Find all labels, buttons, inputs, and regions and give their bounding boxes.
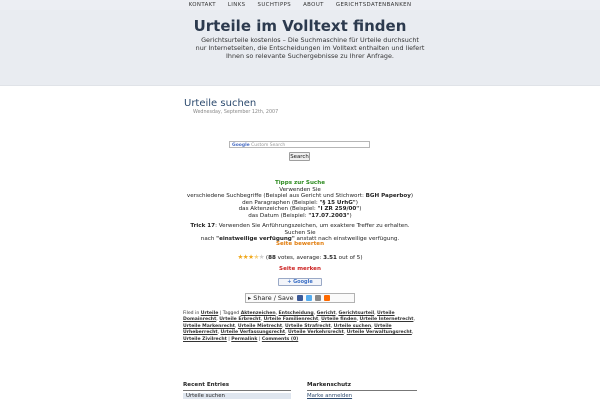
permalink[interactable]: Permalink	[231, 337, 257, 342]
tag-link[interactable]: Gericht	[317, 311, 336, 316]
search-button[interactable]: Search	[289, 152, 310, 161]
google-logo-text: Google	[232, 143, 250, 148]
add-to-google-button[interactable]: + Google	[278, 278, 322, 286]
post-title[interactable]: Urteile suchen	[184, 98, 256, 109]
rating-average: 3.51	[323, 255, 337, 261]
tag-link[interactable]: Urteile suchen	[334, 324, 372, 329]
post-meta: Filed in Urteile | Tagged Aktenzeichen, …	[183, 311, 415, 342]
nav-about[interactable]: ABOUT	[297, 0, 330, 10]
email-icon	[314, 295, 321, 301]
trick-text-1: : Verwenden Sie Anführungszeichen, um ex…	[215, 223, 410, 236]
tips-line-5-end: )	[349, 212, 352, 219]
share-save-label: Share / Save	[253, 294, 294, 302]
tag-link[interactable]: Urteile Internetrecht	[360, 317, 414, 322]
tips-line-2: verschiedene Suchbegriffe (Beispiel aus …	[180, 193, 420, 200]
star-empty-icon[interactable]: ★	[259, 253, 265, 261]
twitter-icon	[305, 295, 312, 301]
rating-stars[interactable]: ★★★★★	[237, 254, 264, 261]
tagged-label: Tagged	[222, 311, 240, 316]
tips-line-4-end: )	[359, 206, 362, 213]
tag-link[interactable]: Urteile Strafrecht	[285, 324, 331, 329]
tips-line-2-example: BGH Paperboy	[365, 193, 411, 200]
tips-line-3-example: "§ 15 UrhG"	[319, 199, 356, 206]
rating-mid: votes, average:	[275, 255, 324, 261]
facebook-icon	[296, 295, 303, 301]
tips-line-5-text: das Datum (Beispiel:	[248, 212, 309, 219]
share-save-button[interactable]: ▸ Share / Save	[245, 293, 355, 303]
nav-links[interactable]: LINKS	[222, 0, 252, 10]
tips-line-2-end: )	[410, 193, 414, 200]
tag-link[interactable]: Gerichtsurteil	[338, 311, 374, 316]
tips-line-1: Verwenden Sie	[279, 186, 321, 193]
tips-heading: Tipps zur Suche	[274, 180, 326, 186]
bookmark-block: Seite merken	[180, 266, 420, 273]
plus-icon: +	[287, 279, 292, 285]
tag-link[interactable]: Urteile Mietrecht	[238, 324, 282, 329]
trick-block: Trick 17: Verwenden Sie Anführungszeiche…	[180, 223, 420, 243]
rating-block: Seite bewerten	[180, 241, 420, 248]
tips-line-3-text: den Paragraphen (Beispiel:	[242, 199, 320, 206]
recent-entry-link[interactable]: Urteile suchen	[183, 393, 291, 399]
tag-link[interactable]: Urteile Markenrecht	[183, 324, 235, 329]
tips-line-4: das Aktenzeichen (Beispiel: "I ZR 259/00…	[180, 206, 420, 213]
tag-link[interactable]: Urteile Familienrecht	[264, 317, 319, 322]
tips-line-3-end: )	[355, 199, 358, 206]
markenschutz-heading: Markenschutz	[307, 382, 417, 391]
tips-line-3: den Paragraphen (Beispiel: "§ 15 UrhG")	[180, 200, 420, 207]
rating-close: out of 5)	[336, 255, 363, 261]
nav-gerichtsdatenbanken[interactable]: GERICHTSDATENBANKEN	[330, 0, 418, 10]
rating-votes: 88	[268, 255, 276, 261]
tips-block: Tipps zur Suche Verwenden Sie verschiede…	[180, 180, 420, 220]
site-title[interactable]: Urteile im Volltext finden	[0, 17, 600, 35]
site-description: Gerichtsurteile kostenlos – Die Suchmasc…	[195, 36, 425, 61]
tips-line-4-text: das Aktenzeichen (Beispiel:	[238, 206, 318, 213]
tips-line-5: das Datum (Beispiel: "17.07.2003")	[180, 213, 420, 220]
rating-row: ★★★★★ (88 votes, average: 3.51 out of 5)	[180, 254, 420, 262]
tag-link[interactable]: Urteile Erbrecht	[219, 317, 260, 322]
tag-link[interactable]: Urteile finden	[321, 317, 357, 322]
trick-line-1: Trick 17: Verwenden Sie Anführungszeiche…	[180, 223, 420, 236]
tag-list: Aktenzeichen, Entscheidung, Gericht, Ger…	[183, 311, 415, 342]
nav-kontakt[interactable]: KONTAKT	[183, 0, 222, 10]
search-placeholder: Custom Search	[251, 143, 286, 148]
tag-link[interactable]: Urteile Verfassungsrecht	[221, 330, 286, 335]
tips-line-4-example: "I ZR 259/00"	[317, 206, 360, 213]
tag-link[interactable]: Urteile Verwaltungsrecht	[347, 330, 412, 335]
marke-anmelden-link[interactable]: Marke anmelden	[307, 393, 352, 399]
tag-link[interactable]: Entscheidung	[279, 311, 314, 316]
category-link[interactable]: Urteile	[201, 311, 219, 316]
rating-heading: Seite bewerten	[275, 241, 325, 247]
trick-label: Trick 17	[190, 223, 216, 229]
bookmark-heading: Seite merken	[279, 266, 321, 272]
filed-in-label: Filed in	[183, 311, 200, 316]
search-input[interactable]: Google Custom Search	[229, 141, 370, 148]
tag-link[interactable]: Aktenzeichen	[241, 311, 276, 316]
recent-entries-heading: Recent Entries	[183, 382, 291, 391]
rating-text: (88 votes, average: 3.51 out of 5)	[266, 255, 363, 261]
share-arrow-icon: ▸	[248, 294, 252, 302]
google-button-label: Google	[293, 279, 313, 285]
post-date: Wednesday, September 12th, 2007	[193, 110, 279, 115]
nav-suchtipps[interactable]: SUCHTIPPS	[252, 0, 298, 10]
tag-link[interactable]: Urteile Verkehrsrecht	[288, 330, 344, 335]
more-icon	[323, 295, 330, 301]
tips-line-5-example: "17.07.2003"	[308, 212, 350, 219]
tips-line-2-text: verschiedene Suchbegriffe (Beispiel aus …	[186, 193, 366, 200]
comments-link[interactable]: Comments (0)	[262, 337, 298, 342]
tag-link[interactable]: Urteile Zivilrecht	[183, 337, 227, 342]
